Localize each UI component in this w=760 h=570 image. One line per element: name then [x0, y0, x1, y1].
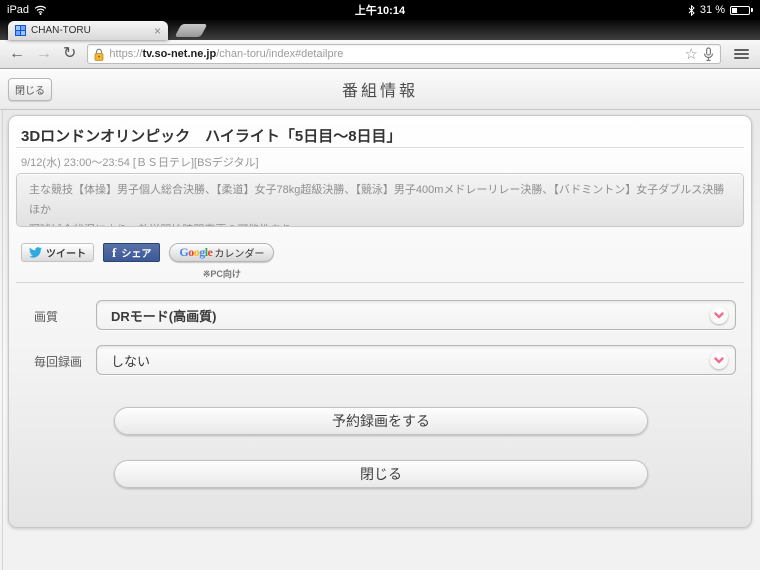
twitter-bird-icon — [29, 247, 42, 258]
menu-icon[interactable] — [732, 47, 751, 61]
program-description-box: 主な競技【体操】男子個人総合決勝、【柔道】女子78kg超級決勝、【競泳】男子40… — [16, 173, 744, 227]
header-close-button[interactable]: 閉じる — [8, 78, 52, 101]
page-title: 番組情報 — [341, 83, 418, 100]
google-calendar-button[interactable]: Google カレンダー — [169, 243, 275, 262]
record-reservation-button[interactable]: 予約録画をする — [114, 407, 648, 435]
bookmark-star-icon[interactable]: ☆ — [685, 47, 698, 62]
description-line-2: 野球試合状況により、放送開始時間変更の可能性あり — [29, 220, 731, 226]
facebook-f-logo: f — [112, 245, 117, 260]
google-calendar-block: Google カレンダー ※PC向け — [169, 243, 275, 280]
tab-chan-toru[interactable]: CHAN-TORU × — [8, 21, 168, 40]
url-host: tv.so-net.ne.jp — [142, 48, 217, 60]
program-info-header: 閉じる 番組情報 — [0, 69, 760, 110]
repeat-record-select[interactable]: しない — [96, 345, 736, 375]
ssl-warning-lock-icon — [95, 48, 104, 61]
chevron-down-icon[interactable] — [710, 306, 728, 324]
pc-only-note: ※PC向け — [202, 269, 241, 279]
ipad-browser-screen: iPad 上午10:14 31 % CHAN-TORU × ← → ↻ http… — [0, 0, 760, 570]
program-detail-card: 3Dロンドンオリンピック ハイライト「5日目〜8日目」 9/12(水) 23:0… — [8, 115, 752, 528]
program-title: 3Dロンドンオリンピック ハイライト「5日目〜8日目」 — [21, 128, 402, 145]
status-bar: iPad 上午10:14 31 % — [0, 0, 760, 20]
quality-label: 画質 — [34, 310, 59, 324]
page-left-edge — [2, 69, 3, 570]
social-share-row: ツイート f シェア Google カレンダー ※PC向け — [21, 243, 275, 280]
program-schedule: 9/12(水) 23:00〜23:54 [ＢＳ日テレ][BSデジタル] — [21, 157, 259, 169]
tweet-button[interactable]: ツイート — [21, 243, 94, 262]
chevron-down-icon[interactable] — [710, 351, 728, 369]
web-page: 閉じる 番組情報 3Dロンドンオリンピック ハイライト「5日目〜8日目」 9/1… — [0, 69, 760, 570]
voice-search-mic-icon[interactable] — [703, 46, 714, 62]
tweet-label: ツイート — [46, 249, 86, 260]
browser-toolbar: ← → ↻ https://tv.so-net.ne.jp/chan-toru/… — [0, 40, 760, 69]
address-bar[interactable]: https://tv.so-net.ne.jp/chan-toru/index#… — [87, 44, 721, 64]
site-favicon — [15, 25, 26, 36]
tab-close-icon[interactable]: × — [154, 25, 161, 37]
google-calendar-label: カレンダー — [214, 249, 265, 260]
quality-value: DRモード(高画質) — [111, 308, 217, 324]
facebook-share-label: シェア — [121, 249, 152, 260]
reload-button[interactable]: ↻ — [63, 46, 76, 62]
new-tab-button[interactable] — [174, 24, 208, 37]
tab-title: CHAN-TORU — [31, 25, 91, 36]
forward-button[interactable]: → — [36, 46, 52, 62]
google-logo: Google — [179, 245, 213, 259]
divider — [16, 147, 744, 148]
tab-strip: CHAN-TORU × — [0, 20, 760, 40]
facebook-share-button[interactable]: f シェア — [103, 243, 161, 262]
url-scheme: https:// — [109, 48, 143, 60]
repeat-record-value: しない — [111, 353, 151, 369]
back-button[interactable]: ← — [9, 46, 25, 62]
clock: 上午10:14 — [354, 5, 406, 17]
description-line-1: 主な競技【体操】男子個人総合決勝、【柔道】女子78kg超級決勝、【競泳】男子40… — [29, 184, 725, 216]
url-text: https://tv.so-net.ne.jp/chan-toru/index#… — [109, 48, 343, 60]
quality-select[interactable]: DRモード(高画質) — [96, 300, 736, 330]
url-path: /chan-toru/index#detailpre — [216, 48, 344, 60]
repeat-record-label: 毎回録画 — [34, 355, 83, 369]
close-button[interactable]: 閉じる — [114, 460, 648, 488]
divider — [16, 282, 744, 283]
